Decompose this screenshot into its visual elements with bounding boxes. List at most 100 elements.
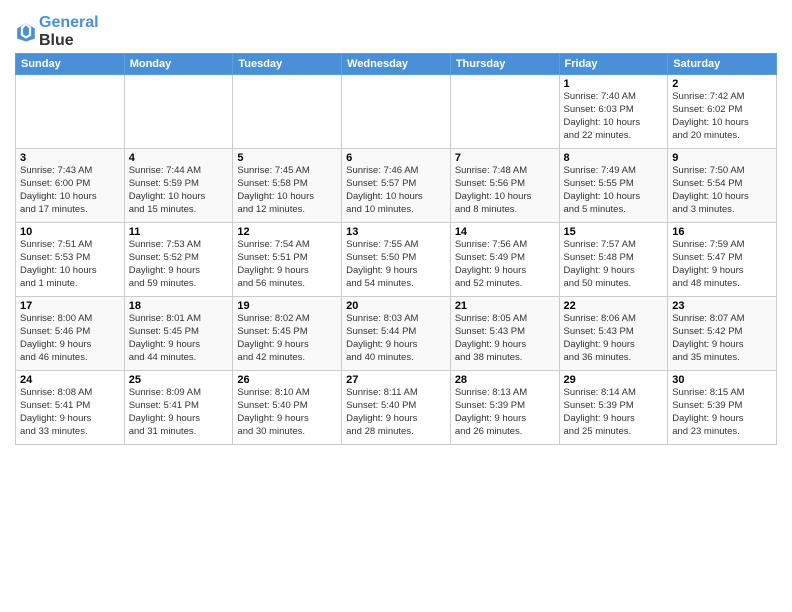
day-number: 15 (564, 226, 664, 238)
calendar-cell: 15Sunrise: 7:57 AM Sunset: 5:48 PM Dayli… (559, 223, 668, 297)
weekday-header: Friday (559, 54, 668, 75)
weekday-header: Saturday (668, 54, 777, 75)
calendar-cell: 18Sunrise: 8:01 AM Sunset: 5:45 PM Dayli… (124, 297, 233, 371)
day-number: 10 (20, 226, 120, 238)
day-number: 24 (20, 374, 120, 386)
weekday-header: Tuesday (233, 54, 342, 75)
day-info: Sunrise: 8:15 AM Sunset: 5:39 PM Dayligh… (672, 387, 772, 438)
day-number: 21 (455, 300, 555, 312)
calendar-cell: 10Sunrise: 7:51 AM Sunset: 5:53 PM Dayli… (16, 223, 125, 297)
weekday-header: Monday (124, 54, 233, 75)
day-number: 18 (129, 300, 229, 312)
day-number: 7 (455, 152, 555, 164)
calendar-table: SundayMondayTuesdayWednesdayThursdayFrid… (15, 53, 777, 445)
calendar-cell: 26Sunrise: 8:10 AM Sunset: 5:40 PM Dayli… (233, 371, 342, 445)
day-number: 17 (20, 300, 120, 312)
day-number: 12 (237, 226, 337, 238)
calendar-cell: 11Sunrise: 7:53 AM Sunset: 5:52 PM Dayli… (124, 223, 233, 297)
day-info: Sunrise: 8:08 AM Sunset: 5:41 PM Dayligh… (20, 387, 120, 438)
day-info: Sunrise: 7:50 AM Sunset: 5:54 PM Dayligh… (672, 165, 772, 216)
calendar-cell: 23Sunrise: 8:07 AM Sunset: 5:42 PM Dayli… (668, 297, 777, 371)
calendar-week-row: 24Sunrise: 8:08 AM Sunset: 5:41 PM Dayli… (16, 371, 777, 445)
calendar-week-row: 1Sunrise: 7:40 AM Sunset: 6:03 PM Daylig… (16, 75, 777, 149)
calendar-cell: 28Sunrise: 8:13 AM Sunset: 5:39 PM Dayli… (450, 371, 559, 445)
day-number: 27 (346, 374, 446, 386)
day-number: 25 (129, 374, 229, 386)
calendar-cell: 22Sunrise: 8:06 AM Sunset: 5:43 PM Dayli… (559, 297, 668, 371)
day-info: Sunrise: 8:02 AM Sunset: 5:45 PM Dayligh… (237, 313, 337, 364)
header-row: SundayMondayTuesdayWednesdayThursdayFrid… (16, 54, 777, 75)
day-info: Sunrise: 8:10 AM Sunset: 5:40 PM Dayligh… (237, 387, 337, 438)
day-info: Sunrise: 7:40 AM Sunset: 6:03 PM Dayligh… (564, 91, 664, 142)
calendar-cell: 5Sunrise: 7:45 AM Sunset: 5:58 PM Daylig… (233, 149, 342, 223)
calendar-cell: 2Sunrise: 7:42 AM Sunset: 6:02 PM Daylig… (668, 75, 777, 149)
day-number: 3 (20, 152, 120, 164)
calendar-cell (16, 75, 125, 149)
day-info: Sunrise: 8:01 AM Sunset: 5:45 PM Dayligh… (129, 313, 229, 364)
calendar-cell: 19Sunrise: 8:02 AM Sunset: 5:45 PM Dayli… (233, 297, 342, 371)
day-number: 14 (455, 226, 555, 238)
calendar-cell: 9Sunrise: 7:50 AM Sunset: 5:54 PM Daylig… (668, 149, 777, 223)
calendar-cell (342, 75, 451, 149)
day-number: 16 (672, 226, 772, 238)
day-info: Sunrise: 8:00 AM Sunset: 5:46 PM Dayligh… (20, 313, 120, 364)
calendar-week-row: 17Sunrise: 8:00 AM Sunset: 5:46 PM Dayli… (16, 297, 777, 371)
calendar-cell: 24Sunrise: 8:08 AM Sunset: 5:41 PM Dayli… (16, 371, 125, 445)
calendar-cell: 8Sunrise: 7:49 AM Sunset: 5:55 PM Daylig… (559, 149, 668, 223)
logo: GeneralBlue (15, 14, 99, 49)
day-info: Sunrise: 8:03 AM Sunset: 5:44 PM Dayligh… (346, 313, 446, 364)
calendar-cell: 21Sunrise: 8:05 AM Sunset: 5:43 PM Dayli… (450, 297, 559, 371)
calendar-cell (124, 75, 233, 149)
calendar-cell: 13Sunrise: 7:55 AM Sunset: 5:50 PM Dayli… (342, 223, 451, 297)
day-number: 1 (564, 78, 664, 90)
calendar-cell: 30Sunrise: 8:15 AM Sunset: 5:39 PM Dayli… (668, 371, 777, 445)
day-number: 20 (346, 300, 446, 312)
weekday-header: Sunday (16, 54, 125, 75)
calendar-cell: 1Sunrise: 7:40 AM Sunset: 6:03 PM Daylig… (559, 75, 668, 149)
logo-icon (15, 21, 37, 43)
day-number: 22 (564, 300, 664, 312)
day-info: Sunrise: 7:57 AM Sunset: 5:48 PM Dayligh… (564, 239, 664, 290)
day-number: 9 (672, 152, 772, 164)
day-info: Sunrise: 8:11 AM Sunset: 5:40 PM Dayligh… (346, 387, 446, 438)
weekday-header: Wednesday (342, 54, 451, 75)
calendar-week-row: 3Sunrise: 7:43 AM Sunset: 6:00 PM Daylig… (16, 149, 777, 223)
page-container: GeneralBlue SundayMondayTuesdayWednesday… (0, 0, 792, 455)
calendar-cell: 20Sunrise: 8:03 AM Sunset: 5:44 PM Dayli… (342, 297, 451, 371)
calendar-cell (450, 75, 559, 149)
day-info: Sunrise: 7:49 AM Sunset: 5:55 PM Dayligh… (564, 165, 664, 216)
day-number: 26 (237, 374, 337, 386)
calendar-cell: 3Sunrise: 7:43 AM Sunset: 6:00 PM Daylig… (16, 149, 125, 223)
day-info: Sunrise: 7:43 AM Sunset: 6:00 PM Dayligh… (20, 165, 120, 216)
day-number: 23 (672, 300, 772, 312)
day-number: 13 (346, 226, 446, 238)
day-info: Sunrise: 8:05 AM Sunset: 5:43 PM Dayligh… (455, 313, 555, 364)
day-number: 5 (237, 152, 337, 164)
day-number: 28 (455, 374, 555, 386)
day-info: Sunrise: 7:56 AM Sunset: 5:49 PM Dayligh… (455, 239, 555, 290)
day-info: Sunrise: 7:44 AM Sunset: 5:59 PM Dayligh… (129, 165, 229, 216)
day-number: 2 (672, 78, 772, 90)
calendar-cell: 4Sunrise: 7:44 AM Sunset: 5:59 PM Daylig… (124, 149, 233, 223)
calendar-cell: 29Sunrise: 8:14 AM Sunset: 5:39 PM Dayli… (559, 371, 668, 445)
day-number: 30 (672, 374, 772, 386)
day-number: 4 (129, 152, 229, 164)
day-info: Sunrise: 7:45 AM Sunset: 5:58 PM Dayligh… (237, 165, 337, 216)
day-info: Sunrise: 7:46 AM Sunset: 5:57 PM Dayligh… (346, 165, 446, 216)
calendar-cell: 12Sunrise: 7:54 AM Sunset: 5:51 PM Dayli… (233, 223, 342, 297)
day-number: 8 (564, 152, 664, 164)
day-number: 29 (564, 374, 664, 386)
day-info: Sunrise: 7:51 AM Sunset: 5:53 PM Dayligh… (20, 239, 120, 290)
day-number: 19 (237, 300, 337, 312)
calendar-week-row: 10Sunrise: 7:51 AM Sunset: 5:53 PM Dayli… (16, 223, 777, 297)
day-info: Sunrise: 8:07 AM Sunset: 5:42 PM Dayligh… (672, 313, 772, 364)
calendar-cell: 14Sunrise: 7:56 AM Sunset: 5:49 PM Dayli… (450, 223, 559, 297)
day-info: Sunrise: 7:42 AM Sunset: 6:02 PM Dayligh… (672, 91, 772, 142)
day-info: Sunrise: 7:55 AM Sunset: 5:50 PM Dayligh… (346, 239, 446, 290)
day-info: Sunrise: 8:13 AM Sunset: 5:39 PM Dayligh… (455, 387, 555, 438)
calendar-cell: 16Sunrise: 7:59 AM Sunset: 5:47 PM Dayli… (668, 223, 777, 297)
day-info: Sunrise: 8:09 AM Sunset: 5:41 PM Dayligh… (129, 387, 229, 438)
calendar-cell (233, 75, 342, 149)
calendar-cell: 6Sunrise: 7:46 AM Sunset: 5:57 PM Daylig… (342, 149, 451, 223)
day-info: Sunrise: 7:53 AM Sunset: 5:52 PM Dayligh… (129, 239, 229, 290)
